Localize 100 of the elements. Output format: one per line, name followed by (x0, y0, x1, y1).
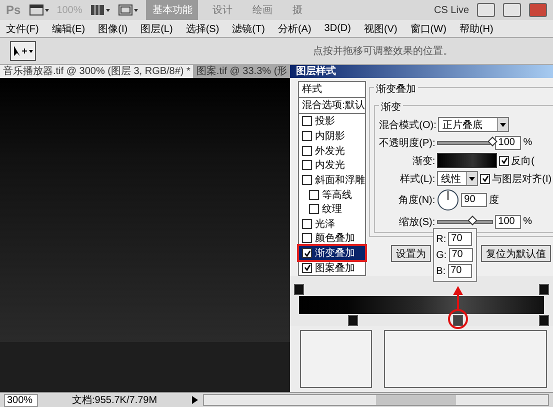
style-label: 等高线 (322, 188, 352, 202)
zoom-field[interactable]: 300% (4, 394, 38, 406)
style-dropdown[interactable]: 线性 (437, 171, 478, 186)
checkbox-label: 反向( (511, 154, 534, 168)
maximize-button[interactable] (503, 3, 521, 17)
style-label: 光泽 (315, 218, 336, 231)
checkbox-label: 与图层对齐(I) (492, 172, 552, 186)
app-logo: Ps (6, 3, 21, 17)
style-label: 颜色叠加 (315, 232, 356, 246)
checkbox[interactable] (302, 130, 312, 141)
channel-label: G: (436, 250, 447, 260)
scrollbar[interactable] (203, 394, 549, 406)
style-label: 外发光 (315, 144, 346, 158)
field-label: 不透明度(P): (379, 136, 436, 150)
style-list-item[interactable]: 颜色叠加 (299, 231, 366, 246)
color-stop[interactable] (539, 315, 549, 326)
minimize-button[interactable] (477, 3, 495, 17)
style-list-item[interactable]: 混合选项:默认 (299, 98, 366, 114)
checkbox[interactable] (302, 218, 312, 229)
scrollbar-thumb[interactable] (376, 395, 456, 405)
style-list-item[interactable]: 等高线 (299, 187, 366, 202)
channel-label: B: (436, 266, 446, 276)
input-field[interactable]: 90 (461, 193, 488, 207)
field-label: 角度(N): (397, 194, 436, 207)
dialog-button[interactable]: 复位为默认值 (481, 245, 551, 262)
menu-item[interactable]: 选择(S) (186, 22, 220, 36)
checkbox[interactable] (309, 204, 320, 214)
checkbox[interactable] (302, 116, 312, 126)
checkbox[interactable] (302, 262, 312, 273)
menu-item[interactable]: 滤镜(T) (232, 22, 265, 36)
move-tool-button[interactable] (10, 41, 36, 61)
field-label: 缩放(S): (398, 216, 436, 228)
menu-item[interactable]: 文件(F) (6, 22, 39, 36)
list-header: 样式 (299, 82, 366, 98)
style-label: 纹理 (322, 203, 342, 216)
checkbox[interactable] (302, 233, 312, 244)
style-label: 内发光 (315, 158, 346, 172)
angle-dial-icon[interactable] (437, 189, 460, 211)
style-list-item[interactable]: 内发光 (299, 158, 366, 173)
document-tab[interactable]: 图案.tif @ 33.3% (形 (193, 65, 290, 78)
checkbox[interactable] (302, 146, 312, 156)
gradient-swatch[interactable] (437, 153, 498, 168)
input-field[interactable]: 70 (448, 248, 473, 262)
unit-label: % (523, 216, 532, 227)
play-icon[interactable] (191, 395, 200, 405)
menu-item[interactable]: 视图(V) (364, 22, 398, 36)
style-list-item[interactable]: 图案叠加 (299, 260, 366, 276)
input-field[interactable]: 100 (495, 136, 522, 150)
field-label: 样式(L): (399, 172, 436, 186)
style-label: 投影 (315, 114, 336, 128)
style-list-item[interactable]: 投影 (299, 114, 366, 129)
input-field[interactable]: 70 (448, 232, 472, 246)
dropdown-caret-icon[interactable] (497, 118, 508, 131)
move-tool-icon (12, 45, 34, 57)
document-tab[interactable]: 音乐播放器.tif @ 300% (图层 3, RGB/8#) * (0, 65, 194, 78)
color-stop[interactable] (348, 315, 358, 326)
dialog-title: 图层样式 (290, 65, 553, 78)
cs-live-button[interactable]: CS Live (434, 4, 469, 16)
style-list-item[interactable]: 内阴影 (299, 128, 366, 144)
dropdown-caret-icon[interactable] (466, 172, 478, 185)
input-field[interactable]: 100 (495, 214, 522, 228)
field-label: 渐变: (411, 154, 436, 168)
opacity-stop[interactable] (294, 284, 304, 295)
field-label: 混合模式(O): (379, 118, 436, 132)
style-label: 斜面和浮雕 (315, 174, 366, 187)
dialog-button[interactable]: 设置为 (391, 245, 432, 262)
menu-item[interactable]: 图层(L) (140, 22, 173, 36)
style-label: 渐变叠加 (315, 246, 356, 260)
style-list-item[interactable]: 纹理 (299, 202, 366, 216)
menu-item[interactable]: 图像(I) (98, 22, 128, 36)
checkbox[interactable] (480, 174, 490, 184)
slider-thumb[interactable] (468, 215, 478, 225)
input-field[interactable]: 70 (448, 264, 472, 278)
unit-label: 度 (489, 194, 500, 207)
color-stop[interactable] (453, 315, 464, 326)
menu-item[interactable]: 窗口(W) (410, 22, 446, 36)
menu-item[interactable]: 3D(D) (324, 23, 351, 34)
window-layout-icon[interactable] (28, 4, 49, 16)
menu-item[interactable]: 编辑(E) (52, 22, 86, 36)
checkbox[interactable] (302, 160, 312, 170)
arrange-icon[interactable] (90, 4, 110, 16)
checkbox[interactable] (302, 174, 312, 185)
style-label: 内阴影 (315, 130, 346, 143)
style-list-item[interactable]: 渐变叠加 (299, 246, 366, 260)
hint-text: 点按并拖移可调整效果的位置。 (313, 44, 453, 58)
style-label: 图案叠加 (315, 262, 356, 275)
section-title: 渐变叠加 (374, 82, 418, 96)
screen-mode-icon[interactable] (118, 4, 138, 16)
checkbox[interactable] (309, 190, 320, 200)
style-list-item[interactable]: 外发光 (299, 143, 366, 158)
style-list-item[interactable]: 斜面和浮雕 (299, 172, 366, 188)
checkbox[interactable] (302, 248, 312, 258)
style-list-item[interactable]: 光泽 (299, 216, 366, 232)
blend-mode-dropdown[interactable]: 正片叠底 (438, 117, 510, 132)
unit-label: % (523, 137, 532, 148)
checkbox[interactable] (499, 156, 510, 166)
menu-item[interactable]: 分析(A) (278, 22, 312, 36)
group-title: 渐变 (379, 100, 404, 114)
document-size: 文档:955.7K/7.79M (72, 394, 158, 407)
menu-item[interactable]: 帮助(H) (459, 22, 494, 36)
